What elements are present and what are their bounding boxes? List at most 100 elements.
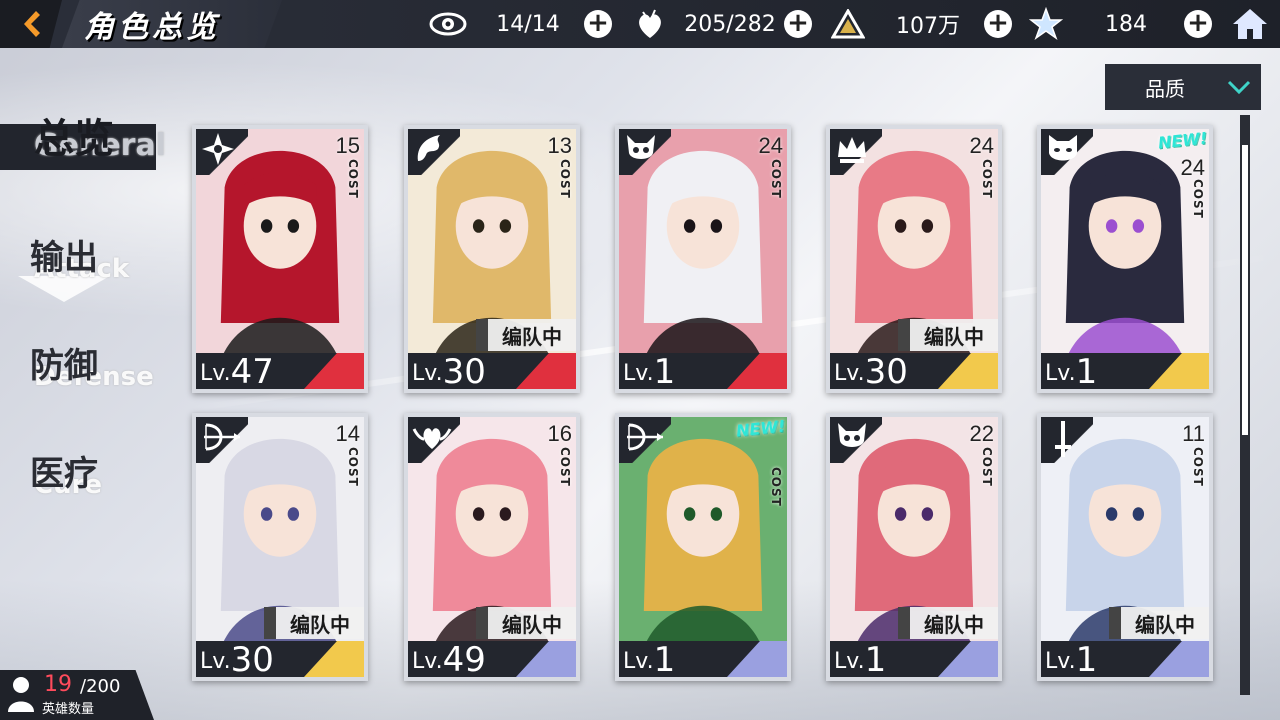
hero-card[interactable]: 13 COST 编队中 Lv. 30 (404, 125, 580, 393)
page-title: 角色总览 (84, 10, 220, 45)
back-arrow-icon (24, 11, 40, 37)
tab-cure[interactable]: 医疗 Cure (0, 446, 170, 500)
resource-stamina: 205/282 (630, 0, 790, 48)
resource-star: 184 (1026, 0, 1186, 48)
hero-cost-label: COST (769, 159, 783, 199)
in-team-tag: 编队中 (476, 607, 576, 639)
hero-card[interactable]: 24 COST 编队中 Lv. 30 (826, 125, 1002, 393)
resource-gold-value: 107万 (896, 14, 960, 39)
hero-level: 30 (442, 352, 486, 392)
hero-card[interactable]: NEW! 24 COST Lv. 1 (1037, 125, 1213, 393)
add-stamina-button[interactable]: + (784, 10, 812, 38)
resource-gold: 107万 (828, 0, 988, 48)
in-team-tag: 编队中 (264, 607, 364, 639)
demon-skull-icon (830, 417, 882, 463)
crown-icon (830, 129, 882, 175)
tab-defense-label: 防御 (30, 346, 98, 386)
back-button[interactable] (0, 0, 62, 48)
in-team-tag: 编队中 (898, 319, 998, 351)
hero-cost-label: COST (558, 159, 572, 199)
scrollbar[interactable] (1240, 115, 1250, 695)
page-title-box: 角色总览 (62, 0, 282, 48)
hero-cost: 22 (969, 421, 994, 446)
hero-level: 1 (653, 640, 676, 680)
chevron-down-icon (1227, 80, 1251, 95)
in-team-tag: 编队中 (1109, 607, 1209, 639)
hero-cost-label: COST (980, 159, 994, 199)
add-star-button[interactable]: + (1184, 10, 1212, 38)
hero-level: 30 (864, 352, 908, 392)
hero-level: 1 (864, 640, 887, 680)
resource-stamina-value: 205/282 (684, 11, 776, 37)
resource-vision: 14/14 (428, 0, 588, 48)
hero-card[interactable]: 22 COST 编队中 Lv. 1 (826, 413, 1002, 681)
hero-card[interactable]: 14 COST 编队中 Lv. 30 (192, 413, 368, 681)
hero-level-prefix: Lv. (200, 649, 231, 674)
bow-icon (196, 417, 248, 463)
hero-count-panel: 19 /200 英雄数量 (0, 670, 154, 720)
hero-cost-label: COST (346, 447, 360, 487)
hero-level-prefix: Lv. (412, 361, 443, 386)
in-team-tag: 编队中 (476, 319, 576, 351)
add-vision-button[interactable]: + (584, 10, 612, 38)
demon-skull-icon (619, 129, 671, 175)
home-button[interactable] (1228, 4, 1272, 44)
hero-level-prefix: Lv. (1045, 361, 1076, 386)
hero-count-max: /200 (80, 676, 121, 697)
hero-level: 30 (230, 640, 274, 680)
hero-cost-label: COST (1191, 179, 1205, 219)
hero-level-prefix: Lv. (834, 361, 865, 386)
add-gold-button[interactable]: + (984, 10, 1012, 38)
home-icon (1233, 9, 1267, 39)
hero-cost-label: COST (346, 159, 360, 199)
tab-general-label: 总览 (34, 116, 114, 162)
hero-level: 47 (230, 352, 274, 392)
hero-cost: 15 (335, 133, 360, 158)
hero-cost-label: COST (980, 447, 994, 487)
sword-icon (1041, 417, 1093, 463)
winged-heart-icon (408, 417, 460, 463)
hero-cost-label: COST (769, 467, 783, 507)
hero-cost: 24 (758, 133, 783, 158)
hero-cost: 11 (1182, 421, 1205, 446)
hero-cost: 16 (547, 421, 572, 446)
hero-level-prefix: Lv. (200, 361, 231, 386)
eye-icon (428, 4, 468, 44)
shuriken-icon (196, 129, 248, 175)
hero-level-prefix: Lv. (623, 649, 654, 674)
tab-attack-label: 输出 (30, 238, 98, 278)
hero-cost: 24 (969, 133, 994, 158)
quality-filter-dropdown[interactable]: 品质 (1105, 64, 1261, 110)
hero-card[interactable]: 16 COST 编队中 Lv. 49 (404, 413, 580, 681)
hero-level: 1 (653, 352, 676, 392)
quality-filter-label: 品质 (1145, 76, 1185, 101)
hero-card[interactable]: NEW! COST Lv. 1 (615, 413, 791, 681)
hero-card[interactable]: 15 COST Lv. 47 (192, 125, 368, 393)
hero-cost: 13 (547, 133, 572, 158)
hero-level: 49 (442, 640, 486, 680)
hero-count-label: 英雄数量 (42, 702, 95, 717)
tab-attack[interactable]: 输出 Attack (0, 230, 170, 302)
cat-mask-icon (1041, 129, 1093, 175)
scrollbar-thumb[interactable] (1242, 145, 1248, 435)
tab-defense[interactable]: 防御 Defense (0, 338, 170, 392)
hero-card[interactable]: 24 COST Lv. 1 (615, 125, 791, 393)
hero-count-current: 19 (44, 672, 72, 697)
hero-cost: 24 (1180, 155, 1205, 180)
dragon-icon (408, 129, 460, 175)
tab-cure-label: 医疗 (30, 454, 98, 494)
hero-card[interactable]: 11 COST 编队中 Lv. 1 (1037, 413, 1213, 681)
hero-level: 1 (1075, 352, 1098, 392)
hero-cost-label: COST (1191, 447, 1205, 487)
resource-vision-value: 14/14 (496, 11, 560, 37)
hero-level-prefix: Lv. (1045, 649, 1076, 674)
star-icon (1026, 4, 1066, 44)
tab-general[interactable]: 总览 General (0, 106, 170, 170)
hero-level: 1 (1075, 640, 1098, 680)
top-bar: 角色总览 14/14 + 205/282 + 107万 + 184 + (0, 0, 1280, 48)
hero-level-prefix: Lv. (623, 361, 654, 386)
stamina-heart-icon (630, 4, 670, 44)
hero-level-prefix: Lv. (834, 649, 865, 674)
in-team-tag: 编队中 (898, 607, 998, 639)
person-icon (8, 677, 34, 712)
